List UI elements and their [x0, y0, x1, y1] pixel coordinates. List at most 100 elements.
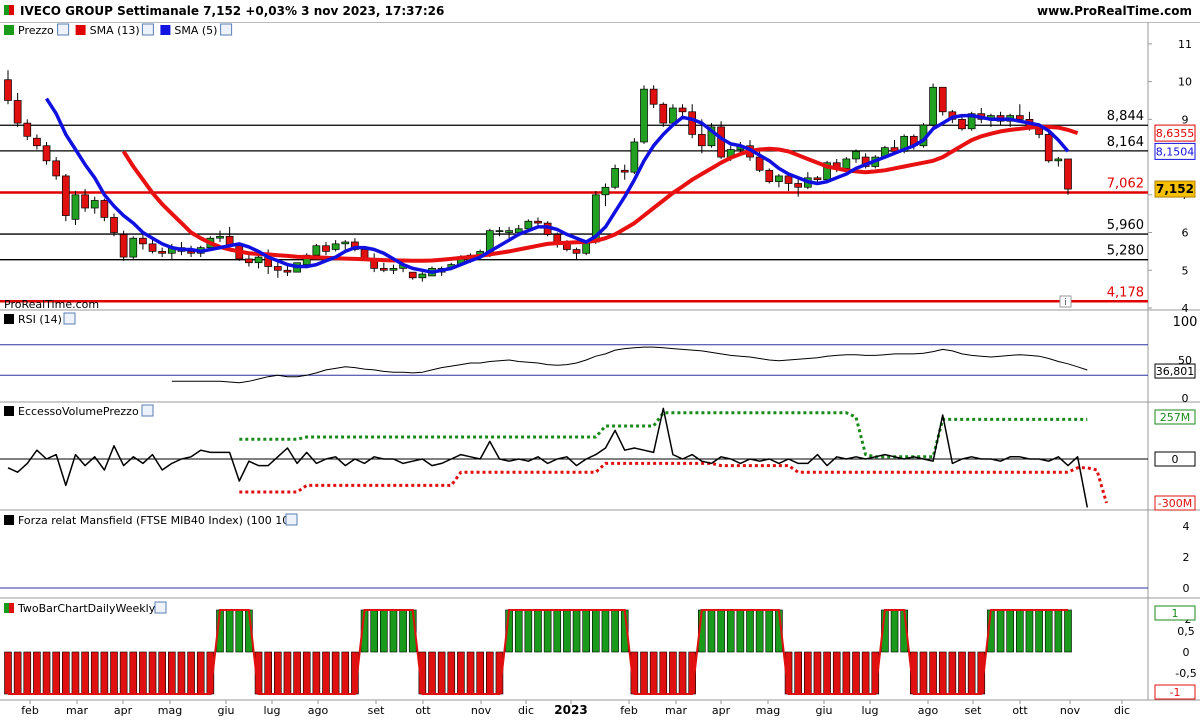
- twobar-bar: [958, 651, 966, 695]
- twobar-bar: [331, 651, 340, 695]
- xtick-label: lug: [263, 704, 280, 717]
- volume-lower-band: [239, 461, 1108, 504]
- twobar-bar: [168, 651, 176, 695]
- chart-root: IVECO GROUP Settimanale 7,152 +0,03% 3 n…: [0, 0, 1200, 720]
- legend-label: SMA (13): [90, 24, 140, 37]
- candle: [408, 271, 417, 279]
- xtick-label: ott: [1012, 704, 1028, 717]
- twobar-ytick-label: 0,5: [1177, 625, 1195, 638]
- candle: [71, 194, 80, 220]
- mansfield-ytick-label: 4: [1183, 520, 1190, 533]
- twobar-bar: [514, 609, 523, 653]
- price-ytick-label: 4: [1182, 302, 1189, 315]
- xtick-label: ott: [415, 704, 431, 717]
- twobar-bar: [428, 651, 436, 695]
- candle: [601, 186, 610, 196]
- price-ytick-label: 10: [1178, 76, 1192, 89]
- wrench-icon[interactable]: [141, 404, 154, 417]
- rsi-value-tag: 36,801: [1156, 365, 1195, 378]
- twobar-bar: [33, 651, 41, 695]
- twobar-bar: [717, 609, 725, 653]
- rsi-line: [171, 346, 1088, 384]
- twobar-bar: [823, 651, 831, 695]
- xtick-label: set: [368, 704, 385, 717]
- candle: [958, 118, 966, 130]
- last-price-tag: 7,152: [1156, 182, 1194, 196]
- wrench-icon[interactable]: [63, 312, 76, 325]
- twobar-bar: [813, 651, 822, 695]
- wrench-icon[interactable]: [154, 601, 167, 614]
- price-ytick-label: 9: [1182, 113, 1189, 126]
- mansfield-title: Forza relat Mansfield (FTSE MIB40 Index)…: [18, 514, 294, 527]
- twobar-bottom-tag: -1: [1170, 686, 1181, 699]
- twobar-bar: [746, 609, 754, 653]
- twobar-bar: [129, 651, 138, 695]
- candle: [139, 237, 147, 245]
- twobar-bar: [919, 651, 928, 695]
- wrench-icon[interactable]: [57, 23, 70, 36]
- legend-swatch: [160, 25, 171, 35]
- level-label: 4,178: [1107, 285, 1144, 300]
- wrench-icon[interactable]: [285, 513, 298, 526]
- twobar-bar: [90, 651, 99, 695]
- volume-legend-swatch: [4, 406, 14, 416]
- candle: [254, 256, 263, 264]
- twobar-bar: [640, 651, 648, 695]
- xtick-label: lug: [861, 704, 878, 717]
- twobar-bar: [158, 651, 166, 695]
- twobar-bar: [235, 609, 244, 653]
- candle: [1064, 158, 1072, 190]
- candle: [216, 235, 224, 239]
- legend-swatch: [4, 25, 14, 35]
- xtick-label: feb: [620, 704, 638, 717]
- level-label: 8,164: [1107, 135, 1144, 150]
- twobar-bar: [572, 609, 581, 653]
- sma13-line: [121, 124, 1079, 263]
- twobar-bar: [119, 651, 128, 695]
- twobar-bar: [524, 609, 533, 653]
- twobar-bar: [1044, 609, 1053, 653]
- twobar-bar: [804, 651, 812, 695]
- candle: [33, 137, 41, 147]
- wrench-icon[interactable]: [141, 23, 154, 36]
- twobar-bar: [23, 651, 32, 695]
- candle: [42, 145, 51, 162]
- xtick-label: mag: [158, 704, 182, 717]
- twobar-bar: [447, 651, 456, 695]
- twobar-bar: [592, 609, 600, 653]
- twobar-bar: [476, 651, 484, 695]
- twobar-title: TwoBarChartDailyWeekly: [17, 602, 156, 615]
- candle: [697, 134, 706, 147]
- candle: [611, 168, 619, 188]
- twobar-bar: [187, 651, 195, 695]
- xtick-label: feb: [21, 704, 39, 717]
- candle: [341, 241, 350, 245]
- candle: [418, 273, 427, 279]
- twobar-bar: [967, 651, 976, 695]
- candle: [312, 245, 321, 256]
- volume-upper-band: [239, 411, 1088, 459]
- twobar-bar: [659, 651, 668, 695]
- candle: [52, 160, 61, 177]
- wrench-icon[interactable]: [220, 23, 233, 36]
- level-label: 7,062: [1107, 176, 1144, 191]
- twobar-ytick-label: -0,5: [1175, 667, 1196, 680]
- twobar-bar: [148, 651, 157, 695]
- legend-swatch: [75, 25, 86, 35]
- xtick-label: apr: [114, 704, 133, 717]
- candle: [389, 268, 398, 271]
- candle: [110, 217, 118, 233]
- candle: [13, 100, 22, 124]
- xtick-label: nov: [471, 704, 492, 717]
- twobar-top-tag: 1: [1172, 607, 1179, 620]
- twobar-bar: [293, 651, 301, 695]
- twobar-bar: [996, 609, 1005, 653]
- candle: [119, 234, 128, 258]
- chart-svg[interactable]: 8,8448,1647,0625,9605,2804,1781110976548…: [0, 0, 1200, 720]
- candle: [61, 175, 70, 216]
- twobar-bar: [225, 609, 234, 653]
- candle: [775, 175, 783, 182]
- candle: [794, 183, 803, 188]
- twobar-bar: [534, 609, 542, 653]
- xtick-label: ago: [918, 704, 939, 717]
